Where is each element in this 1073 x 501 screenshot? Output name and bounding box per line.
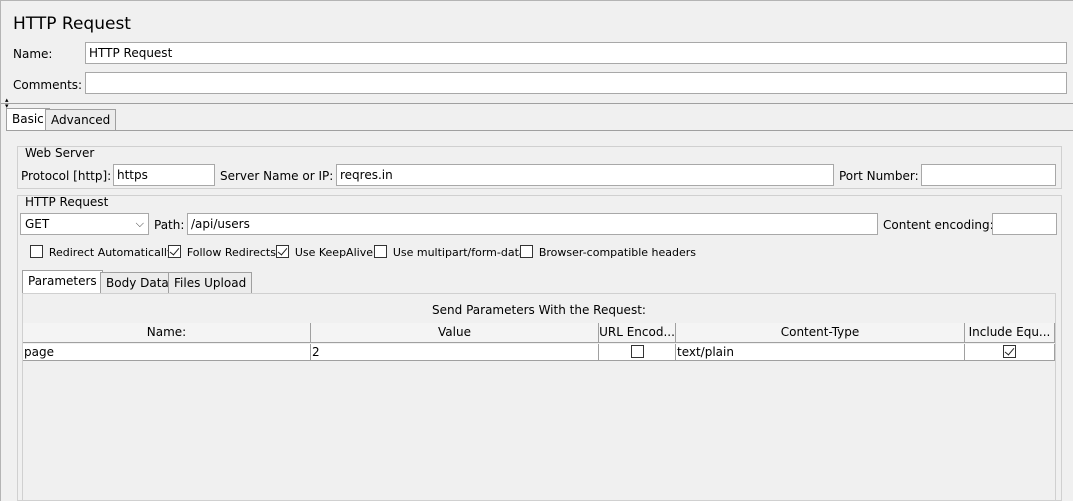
column-header-url-encode[interactable]: URL Encod... xyxy=(599,323,676,343)
use-multipart-label: Use multipart/form-data xyxy=(392,246,526,259)
method-select[interactable]: GET ⌵ xyxy=(20,213,149,235)
http-request-title: HTTP Request xyxy=(25,195,109,209)
use-multipart-checkbox[interactable] xyxy=(374,245,387,258)
use-keepalive-option[interactable]: Use KeepAlive xyxy=(276,245,373,261)
tab-parameters[interactable]: Parameters xyxy=(22,270,103,293)
tabs-divider xyxy=(6,130,1073,131)
include-equals-checkbox[interactable] xyxy=(1003,345,1016,358)
parameters-table-header: Name: Value URL Encod... Content-Type In… xyxy=(23,323,1055,343)
use-multipart-option[interactable]: Use multipart/form-data xyxy=(374,245,526,261)
redirect-automatically-label: Redirect Automatically xyxy=(48,246,174,259)
tab-files-upload[interactable]: Files Upload xyxy=(168,272,253,294)
follow-redirects-option[interactable]: Follow Redirects xyxy=(168,245,276,261)
server-name-field[interactable]: reqres.in xyxy=(336,164,834,186)
path-field[interactable]: /api/users xyxy=(187,213,878,235)
tab-body-data[interactable]: Body Data xyxy=(100,272,175,294)
path-label: Path: xyxy=(154,218,185,232)
column-header-name[interactable]: Name: xyxy=(23,323,311,343)
server-name-label: Server Name or IP: xyxy=(220,169,334,183)
content-encoding-field[interactable] xyxy=(992,213,1057,235)
parameters-caption: Send Parameters With the Request: xyxy=(432,303,646,317)
tab-basic[interactable]: Basic xyxy=(6,108,50,131)
cell-include-equals[interactable] xyxy=(965,344,1055,361)
cell-content-type[interactable]: text/plain xyxy=(676,344,965,361)
follow-redirects-label: Follow Redirects xyxy=(186,246,276,259)
chevron-down-icon: ⌵ xyxy=(135,217,144,230)
browser-compatible-label: Browser-compatible headers xyxy=(538,246,697,259)
column-header-value[interactable]: Value xyxy=(311,323,599,343)
cell-url-encode[interactable] xyxy=(599,344,676,361)
use-keepalive-label: Use KeepAlive xyxy=(294,246,373,259)
name-label: Name: xyxy=(13,47,53,61)
cell-value[interactable]: 2 xyxy=(311,344,599,361)
protocol-label: Protocol [http]: xyxy=(21,169,112,183)
page-title: HTTP Request xyxy=(13,14,131,34)
port-field[interactable] xyxy=(921,164,1056,186)
url-encode-checkbox[interactable] xyxy=(630,345,644,358)
port-label: Port Number: xyxy=(839,169,919,183)
cell-name[interactable]: page xyxy=(23,344,311,361)
browser-compatible-checkbox[interactable] xyxy=(520,245,533,258)
column-header-content-type[interactable]: Content-Type xyxy=(676,323,965,343)
tab-advanced[interactable]: Advanced xyxy=(45,109,117,131)
column-header-include-equals[interactable]: Include Equ... xyxy=(965,323,1055,343)
name-field[interactable]: HTTP Request xyxy=(85,42,1067,64)
follow-redirects-checkbox[interactable] xyxy=(168,245,181,258)
header-divider xyxy=(0,103,1073,104)
redirect-automatically-checkbox[interactable] xyxy=(30,245,43,258)
comments-label: Comments: xyxy=(13,78,83,92)
protocol-field[interactable]: https xyxy=(113,164,215,186)
use-keepalive-checkbox[interactable] xyxy=(276,245,289,258)
table-row[interactable]: page 2 text/plain xyxy=(23,344,1055,361)
content-encoding-label: Content encoding: xyxy=(883,218,994,232)
redirect-automatically-option[interactable]: Redirect Automatically xyxy=(30,245,174,261)
method-value: GET xyxy=(25,217,50,231)
web-server-title: Web Server xyxy=(25,146,95,160)
browser-compatible-option[interactable]: Browser-compatible headers xyxy=(520,245,697,261)
comments-field[interactable] xyxy=(85,72,1067,94)
